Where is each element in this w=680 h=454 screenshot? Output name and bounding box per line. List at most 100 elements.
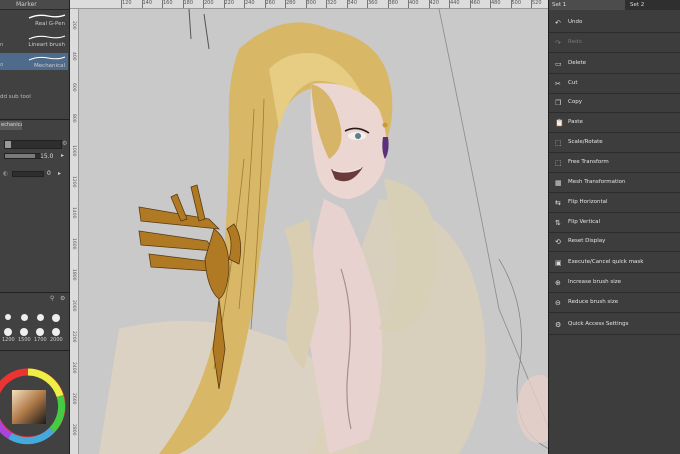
brush-stroke-preview [28,14,66,19]
delete-icon: ▭ [555,60,562,68]
brush-size-preset[interactable]: 1700 [34,328,47,343]
side-tab-n[interactable]: n [0,42,4,48]
quick-access-item-label: Increase brush size [568,279,622,285]
brush-size-preset[interactable] [34,314,46,322]
lock-icon[interactable]: ⚙ [62,140,67,147]
flip-vertical-icon: ⇅ [555,219,561,227]
quick-access-item-reset-display[interactable]: ⟲ Reset Display [549,232,680,252]
tool-property-tab[interactable]: echanical [0,121,22,130]
quick-access-item-label: Undo [568,19,583,25]
tab-label: Set 1 [552,2,567,8]
ruler-tick-label: 1400 [71,207,76,219]
ruler-tick-label: 1600 [71,238,76,250]
ruler-tick-label: 400 [408,0,419,8]
brush-item-mechanical[interactable]: Mechanical [0,53,68,70]
quick-access-item-copy[interactable]: ❐ Copy [549,93,680,113]
brush-size-preset[interactable]: 1500 [18,328,31,343]
opacity-value[interactable]: 0 [47,170,51,177]
size-dot [20,328,28,336]
quick-access-item-execute-cancel-quick-mask[interactable]: ▣ Execute/Cancel quick mask [549,253,680,273]
ruler-horizontal: 120 140 160 180 200 220 240 260 280 300 320 340 360 3… [70,0,548,9]
brush-size-slider[interactable] [4,153,42,159]
brush-item-lineart[interactable]: Lineart brush [0,32,68,49]
quick-mask-icon: ▣ [555,259,562,267]
ruler-tick-label: 1800 [71,269,76,281]
artwork-illustration [99,9,548,454]
tab-set-2[interactable]: Set 2 [627,0,677,10]
size-label: 1500 [18,337,31,343]
brush-preview-slider[interactable] [4,140,62,149]
ruler-tick-label: 1200 [71,176,76,188]
copy-icon: ❐ [555,99,562,107]
chevron-icon[interactable]: ▸ [61,152,64,159]
brush-stroke-preview [28,56,66,61]
brush-size-preset[interactable] [18,314,30,322]
ruler-tick-label: 140 [141,0,153,8]
size-dot [36,328,44,336]
ruler-tick-label: 2000 [71,300,76,312]
ruler-tick-label: 220 [223,0,235,8]
mesh-transform-icon: ▦ [555,179,562,187]
cut-icon: ✂ [555,80,561,88]
color-wheel[interactable] [0,358,66,454]
quick-access-item-flip-horizontal[interactable]: ⇆ Flip Horizontal [549,193,680,213]
quick-access-item-label: Reset Display [568,238,606,244]
quick-access-item-undo[interactable]: ↶ Undo [549,13,680,33]
quick-access-item-label: Paste [568,119,583,125]
quick-access-item-scale-rotate[interactable]: ⬚ Scale/Rotate [549,133,680,153]
quick-access-item-label: Copy [568,99,582,105]
divider [0,292,70,293]
tab-set-1[interactable]: Set 1 [549,0,625,10]
settings-icon: ⚙ [555,321,562,329]
quick-access-item-increase-brush-size[interactable]: ⊕ Increase brush size [549,273,680,293]
brush-item-real-g-pen[interactable]: Real G-Pen [0,11,68,28]
size-dot [20,314,28,321]
size-dot [52,314,60,322]
chevron-icon[interactable]: ▸ [58,170,61,177]
quick-access-item-label: Cut [568,80,578,86]
add-sub-tool-button[interactable]: dd sub tool [0,94,68,104]
quick-access-item-mesh-transformation[interactable]: ▦ Mesh Transformation [549,173,680,193]
quick-access-item-cut[interactable]: ✂ Cut [549,74,680,94]
ruler-tick-label: 2800 [71,424,76,436]
divider [0,119,70,120]
ruler-tick-label: 200 [203,0,214,8]
quick-access-item-flip-vertical[interactable]: ⇅ Flip Vertical [549,213,680,233]
brush-size-preset[interactable] [50,314,62,323]
quick-access-item-free-transform[interactable]: ⬚ Free Transform [549,153,680,173]
ruler-tick-label: 800 [71,114,76,123]
brush-size-preset[interactable]: 1200 [2,328,15,343]
quick-access-item-label: Delete [568,60,587,66]
brush-size-preset[interactable]: 2000 [50,328,63,343]
size-dot [36,314,44,321]
settings-icon[interactable]: ⚙ [60,295,65,302]
quick-access-item-paste[interactable]: 📋 Paste [549,113,680,133]
opacity-slider[interactable] [12,171,44,177]
zoom-icon[interactable]: ⚲ [50,295,54,302]
free-transform-icon: ⬚ [555,159,562,167]
size-dot [52,328,60,336]
scale-rotate-icon: ⬚ [555,139,562,147]
quick-access-item-label: Free Transform [568,159,609,165]
quick-access-tabs: Set 1 Set 2 [549,0,680,10]
drawing-canvas[interactable]: 120 140 160 180 200 220 240 260 280 300 320 340 360 3… [70,0,548,454]
quick-access-item-redo[interactable]: ↷ Redo [549,33,680,53]
quick-access-item-label: Flip Vertical [568,219,601,225]
brush-size-preset[interactable] [2,314,14,321]
side-tab-o[interactable]: o [0,62,3,68]
quick-access-item-quick-access-settings[interactable]: ⚙ Quick Access Settings [549,315,680,335]
size-label: 1200 [2,337,15,343]
ruler-tick-label: 280 [285,0,296,8]
ruler-tick-label: 2600 [71,393,76,405]
ruler-tick-label: 240 [244,0,255,8]
brush-item-label: Real G-Pen [35,21,65,27]
quick-access-item-reduce-brush-size[interactable]: ⊖ Reduce brush size [549,293,680,313]
quick-access-item-label: Execute/Cancel quick mask [568,259,644,265]
quick-access-item-label: Flip Horizontal [568,199,608,205]
quick-access-item-delete[interactable]: ▭ Delete [549,54,680,74]
brush-size-value[interactable]: 15.0 [40,153,53,160]
brush-size-row: 1200 1500 1700 2000 [0,328,70,343]
ruler-tick-label: 520 [531,0,542,8]
ruler-tick-label: 600 [71,83,76,92]
brush-size-palette-header [0,305,70,313]
